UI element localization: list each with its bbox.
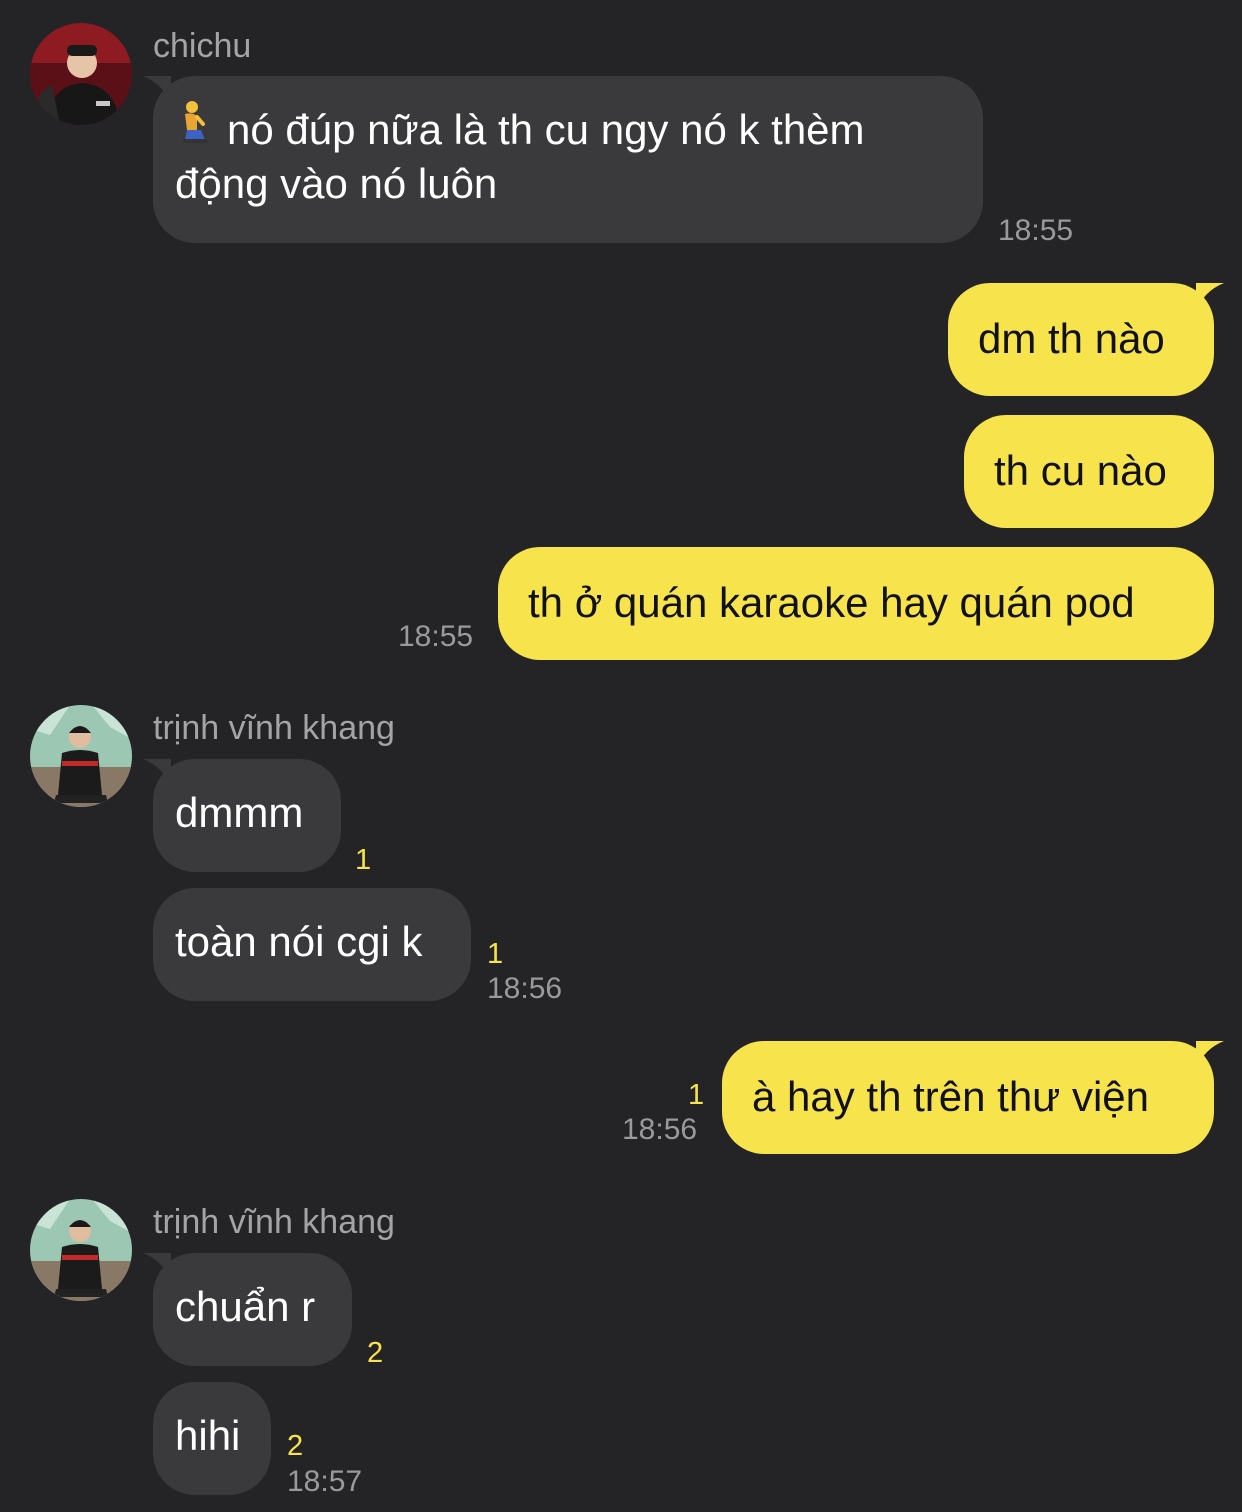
unread-count: 1: [688, 1079, 705, 1111]
bubble-tail: [143, 1253, 171, 1281]
sender-name: chichu: [153, 27, 252, 65]
bubble-tail: [143, 76, 171, 104]
unread-count: 1: [487, 938, 504, 970]
message-bubble-outgoing[interactable]: dm th nào: [948, 283, 1224, 396]
message-bubble-outgoing[interactable]: th cu nào: [964, 415, 1214, 528]
sender-name: trịnh vĩnh khang: [153, 709, 395, 747]
timestamp: 18:56: [487, 972, 563, 1005]
avatar-trinh-vinh-khang[interactable]: [30, 705, 132, 807]
message-text: th ở quán karaoke hay quán pod: [528, 579, 1135, 626]
bubble-tail: [1196, 283, 1224, 311]
timestamp: 18:57: [287, 1465, 363, 1498]
message-text: à hay th trên thư viện: [752, 1073, 1150, 1120]
kneeling-person-icon: [175, 100, 215, 157]
timestamp: 18:55: [398, 620, 474, 653]
unread-count: 1: [355, 844, 372, 876]
message-text: nó đúp nữa là th cu ngy nó k thèm: [227, 106, 865, 153]
message-bubble-incoming[interactable]: chuẩn r: [143, 1253, 352, 1366]
sender-name: trịnh vĩnh khang: [153, 1203, 395, 1241]
message-text: động vào nó luôn: [175, 160, 498, 208]
bubble-tail: [143, 759, 171, 787]
message-bubble-outgoing[interactable]: th ở quán karaoke hay quán pod: [498, 547, 1214, 660]
message-bubble-incoming[interactable]: hihi: [153, 1382, 271, 1495]
message-text: dmmm: [175, 789, 304, 836]
bubble-tail: [1196, 1041, 1224, 1069]
message-bubble-incoming[interactable]: dmmm: [143, 759, 341, 872]
timestamp: 18:55: [998, 214, 1074, 247]
message-text: chuẩn r: [175, 1283, 316, 1330]
message-bubble-incoming[interactable]: nó đúp nữa là th cu ngy nó k thèm động v…: [143, 76, 983, 243]
unread-count: 2: [367, 1337, 384, 1369]
message-text: hihi: [175, 1412, 241, 1459]
timestamp: 18:56: [622, 1113, 698, 1146]
avatar-chichu[interactable]: [30, 23, 132, 125]
message-text: toàn nói cgi k: [175, 918, 423, 965]
message-text: dm th nào: [978, 315, 1165, 362]
avatar-trinh-vinh-khang[interactable]: [30, 1199, 132, 1301]
message-bubble-incoming[interactable]: toàn nói cgi k: [153, 888, 471, 1001]
message-bubble-outgoing[interactable]: à hay th trên thư viện: [722, 1041, 1224, 1154]
message-text: th cu nào: [994, 447, 1167, 494]
unread-count: 2: [287, 1430, 304, 1462]
